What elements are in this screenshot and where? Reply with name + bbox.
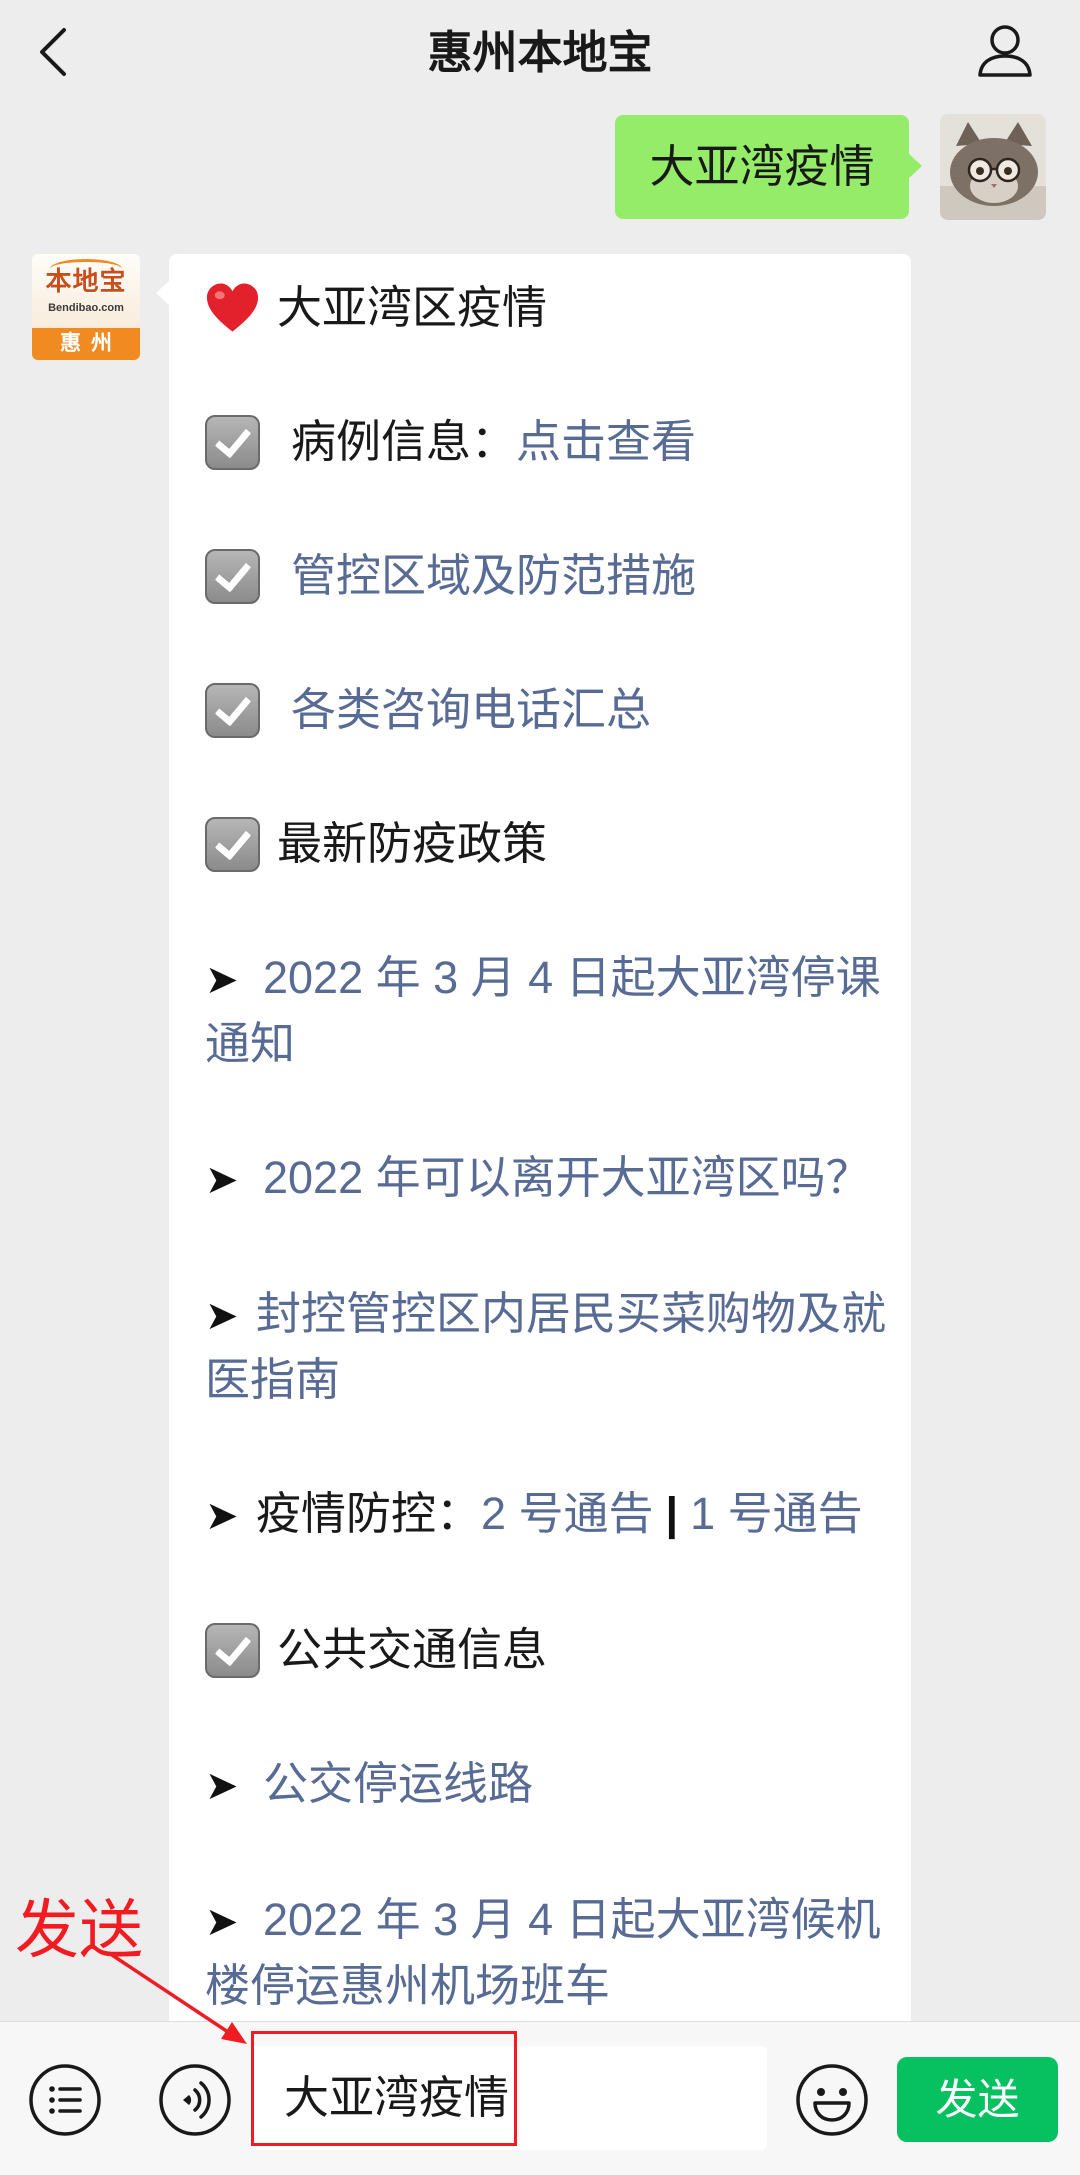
airport-shuttle-line-1: ➤ 2022 年 3 月 4 日起大亚湾候机 [205,1887,891,1953]
reply-title: 大亚湾区疫情 [277,282,548,333]
person-icon [978,25,1032,77]
shopping-guide-line-1: ➤ 封控管控区内居民买菜购物及就 [205,1281,891,1347]
notice-2-link[interactable]: 2 号通告 [481,1488,654,1539]
hotline-row: 各类咨询电话汇总 [205,677,891,743]
school-closure-link[interactable]: 2022 年 3 月 4 日起大亚湾停课 [263,952,881,1003]
arrow-bullet-icon: ➤ [205,1293,239,1339]
notice-1-link[interactable]: 1 号通告 [690,1488,863,1539]
case-info-label: 病例信息： [291,416,517,467]
chevron-left-icon [40,28,66,76]
send-button[interactable]: 发送 [897,2057,1058,2142]
chat-screen: 大亚湾疫情 本地宝 Bendibao.com 惠州 大亚湾区疫情 病例信息： 点… [0,0,1080,2175]
logo-top: 本地宝 Bendibao.com [32,254,140,328]
sent-message-text: 大亚湾疫情 [649,141,875,192]
menu-button[interactable] [28,2063,102,2137]
airport-shuttle-row: ➤ 2022 年 3 月 4 日起大亚湾候机 楼停运惠州机场班车 [205,1887,891,2019]
notice-row: ➤ 疫情防控：2 号通告 | 1 号通告 [205,1481,891,1549]
emoji-button[interactable] [795,2063,869,2137]
emoji-icon [796,2064,868,2136]
school-closure-row: ➤ 2022 年 3 月 4 日起大亚湾停课 通知 [205,945,891,1077]
top-bar: 惠州本地宝 [0,0,1080,104]
control-area-link[interactable]: 管控区域及防范措施 [291,543,696,609]
case-info-link[interactable]: 点击查看 [516,409,696,475]
shopping-guide-link[interactable]: 封控管控区内居民买菜购物及就 [256,1288,886,1339]
shopping-guide-link-continued[interactable]: 医指南 [205,1347,891,1413]
bus-suspension-link[interactable]: 公交停运线路 [263,1758,533,1809]
leave-area-link[interactable]: 2022 年可以离开大亚湾区吗？ [263,1152,871,1203]
voice-icon [159,2064,231,2136]
shopping-guide-row: ➤ 封控管控区内居民买菜购物及就 医指南 [205,1281,891,1413]
leave-area-row: ➤ 2022 年可以离开大亚湾区吗？ [205,1145,891,1213]
school-closure-line-1: ➤ 2022 年 3 月 4 日起大亚湾停课 [205,945,891,1011]
checkbox-icon [205,682,260,738]
arrow-bullet-icon: ➤ [205,1157,239,1203]
input-toolbar: 大亚湾疫情 发送 [0,2021,1080,2175]
arrow-bullet-icon: ➤ [205,1899,239,1945]
arrow-bullet-icon: ➤ [205,1763,239,1809]
back-button[interactable] [37,27,69,77]
list-menu-icon [29,2064,101,2136]
checkbox-icon [205,414,260,470]
airport-shuttle-link[interactable]: 2022 年 3 月 4 日起大亚湾候机 [263,1894,881,1945]
control-area-row: 管控区域及防范措施 [205,543,891,609]
notice-label: 疫情防控： [256,1488,482,1539]
bendibao-avatar[interactable]: 本地宝 Bendibao.com 惠州 [32,254,140,360]
transport-heading: 公共交通信息 [277,1624,548,1675]
logo-city-band: 惠州 [32,328,140,360]
heart-icon [206,283,259,332]
reply-message-bubble: 大亚湾区疫情 病例信息： 点击查看 管控区域及防范措施 各类咨询电话汇总 最新防… [156,254,911,2021]
voice-button[interactable] [158,2063,232,2137]
message-list[interactable]: 大亚湾疫情 本地宝 Bendibao.com 惠州 大亚湾区疫情 病例信息： 点… [0,0,1080,2021]
message-input[interactable]: 大亚湾疫情 [249,2046,767,2150]
checkbox-icon [205,1622,260,1678]
cat-photo-avatar [940,114,1046,220]
logo-city: 惠州 [60,332,122,355]
reply-title-row: 大亚湾区疫情 [205,275,891,341]
arrow-bullet-icon: ➤ [205,957,239,1003]
notice-separator: | [665,1488,679,1539]
checkbox-icon [205,816,260,872]
bus-suspension-row: ➤ 公交停运线路 [205,1751,891,1819]
airport-shuttle-link-continued[interactable]: 楼停运惠州机场班车 [205,1953,891,2019]
logo-site: Bendibao.com [48,302,124,314]
school-closure-link-continued[interactable]: 通知 [205,1011,891,1077]
message-input-text: 大亚湾疫情 [284,2072,510,2123]
sent-message-bubble[interactable]: 大亚湾疫情 [615,115,922,219]
hotline-link[interactable]: 各类咨询电话汇总 [291,677,651,743]
policy-heading: 最新防疫政策 [277,818,548,869]
page-title: 惠州本地宝 [427,27,653,78]
user-avatar[interactable] [940,114,1046,220]
arrow-bullet-icon: ➤ [205,1493,239,1539]
policy-heading-row: 最新防疫政策 [205,811,891,877]
case-info-row: 病例信息： 点击查看 [205,409,891,475]
checkbox-icon [205,548,260,604]
logo-brand: 本地宝 [45,266,127,296]
profile-button[interactable] [976,24,1034,78]
transport-heading-row: 公共交通信息 [205,1617,891,1683]
